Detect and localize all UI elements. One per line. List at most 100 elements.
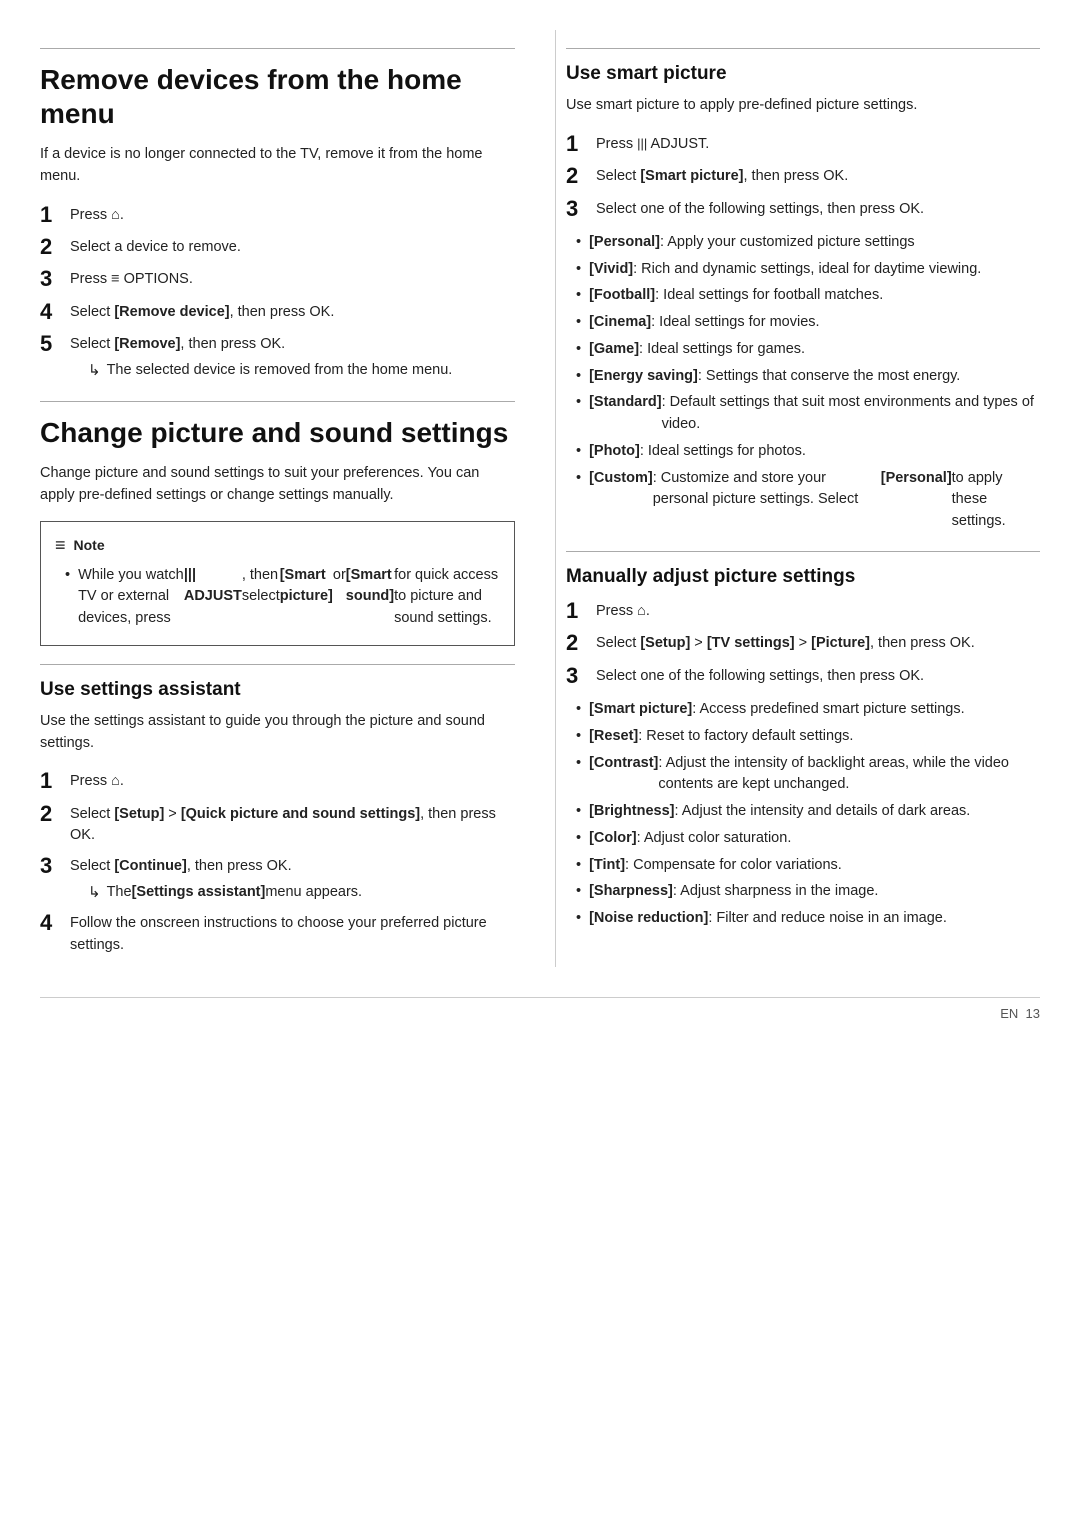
ma-bullet-5: [Color]: Adjust color saturation. bbox=[576, 828, 1040, 850]
sp-bullet-2: [Vivid]: Rich and dynamic settings, idea… bbox=[576, 259, 1040, 281]
sp-bullet-8: [Photo]: Ideal settings for photos. bbox=[576, 441, 1040, 463]
sa-step-2: 2 Select [Setup] > [Quick picture and so… bbox=[40, 801, 515, 848]
sp-step-1: 1 Press ADJUST. bbox=[566, 131, 1040, 157]
options-icon bbox=[111, 271, 119, 287]
step-5-result: The selected device is removed from the … bbox=[88, 360, 515, 383]
page-footer: EN 13 bbox=[40, 997, 1040, 1021]
step-num-3: 3 bbox=[40, 266, 70, 292]
note-item-1: While you watch TV or external devices, … bbox=[65, 565, 500, 630]
remove-devices-intro: If a device is no longer connected to th… bbox=[40, 144, 515, 188]
ma-step-1: 1 Press . bbox=[566, 598, 1040, 624]
settings-assistant-steps: 1 Press . 2 Select [Setup] > [Quick pict… bbox=[40, 768, 515, 957]
step-text-3: Press OPTIONS. bbox=[70, 266, 515, 291]
note-bullets: While you watch TV or external devices, … bbox=[65, 565, 500, 630]
step-5: 5 Select [Remove], then press OK. The se… bbox=[40, 331, 515, 382]
sp-step-text-2: Select [Smart picture], then press OK. bbox=[596, 163, 1040, 188]
home-icon-ma1 bbox=[637, 603, 646, 619]
ma-step-num-2: 2 bbox=[566, 630, 596, 656]
settings-assistant-intro: Use the settings assistant to guide you … bbox=[40, 711, 515, 755]
sp-bullet-4: [Cinema]: Ideal settings for movies. bbox=[576, 312, 1040, 334]
sp-step-num-1: 1 bbox=[566, 131, 596, 157]
sp-step-num-3: 3 bbox=[566, 196, 596, 222]
sp-step-text-1: Press ADJUST. bbox=[596, 131, 1040, 156]
step-1: 1 Press . bbox=[40, 202, 515, 228]
sa-step-num-3: 3 bbox=[40, 853, 70, 879]
footer-page: 13 bbox=[1026, 1006, 1040, 1021]
home-icon-sa1 bbox=[111, 773, 120, 789]
change-settings-title: Change picture and sound settings bbox=[40, 416, 515, 450]
manual-adjust-bullets: [Smart picture]: Access predefined smart… bbox=[576, 699, 1040, 930]
sa-step-num-4: 4 bbox=[40, 910, 70, 936]
settings-assistant-section: Use settings assistant Use the settings … bbox=[40, 679, 515, 957]
smart-picture-section: Use smart picture Use smart picture to a… bbox=[566, 63, 1040, 533]
sp-bullet-7: [Standard]: Default settings that suit m… bbox=[576, 392, 1040, 436]
step-num-2: 2 bbox=[40, 234, 70, 260]
step-text-5: Select [Remove], then press OK. The sele… bbox=[70, 331, 515, 382]
ma-bullet-4: [Brightness]: Adjust the intensity and d… bbox=[576, 801, 1040, 823]
sp-bullet-9: [Custom]: Customize and store your perso… bbox=[576, 468, 1040, 533]
left-column: Remove devices from the home menu If a d… bbox=[40, 30, 525, 967]
divider-top-left bbox=[40, 48, 515, 49]
ma-step-2: 2 Select [Setup] > [TV settings] > [Pict… bbox=[566, 630, 1040, 656]
step-num-4: 4 bbox=[40, 299, 70, 325]
note-icon: ≡ bbox=[55, 532, 66, 559]
ma-bullet-1: [Smart picture]: Access predefined smart… bbox=[576, 699, 1040, 721]
step-3: 3 Press OPTIONS. bbox=[40, 266, 515, 292]
remove-devices-section: Remove devices from the home menu If a d… bbox=[40, 63, 515, 383]
remove-devices-steps: 1 Press . 2 Select a device to remove. 3… bbox=[40, 202, 515, 383]
footer-lang: EN bbox=[1000, 1006, 1018, 1021]
step-2: 2 Select a device to remove. bbox=[40, 234, 515, 260]
sp-step-text-3: Select one of the following settings, th… bbox=[596, 196, 1040, 221]
ma-bullet-8: [Noise reduction]: Filter and reduce noi… bbox=[576, 908, 1040, 930]
sa-step-num-1: 1 bbox=[40, 768, 70, 794]
ma-step-text-1: Press . bbox=[596, 598, 1040, 623]
adjust-icon-sp1 bbox=[637, 136, 647, 152]
step-num-1: 1 bbox=[40, 202, 70, 228]
step-4: 4 Select [Remove device], then press OK. bbox=[40, 299, 515, 325]
ma-step-text-2: Select [Setup] > [TV settings] > [Pictur… bbox=[596, 630, 1040, 655]
ma-bullet-3: [Contrast]: Adjust the intensity of back… bbox=[576, 753, 1040, 797]
ma-step-text-3: Select one of the following settings, th… bbox=[596, 663, 1040, 688]
ma-bullet-2: [Reset]: Reset to factory default settin… bbox=[576, 726, 1040, 748]
note-header: ≡ Note bbox=[55, 532, 500, 559]
smart-picture-intro: Use smart picture to apply pre-defined p… bbox=[566, 95, 1040, 117]
home-icon-1 bbox=[111, 207, 120, 223]
step-text-4: Select [Remove device], then press OK. bbox=[70, 299, 515, 324]
sa-step-4: 4 Follow the onscreen instructions to ch… bbox=[40, 910, 515, 957]
divider-section2-left bbox=[40, 401, 515, 402]
ma-step-num-1: 1 bbox=[566, 598, 596, 624]
sa-step-num-2: 2 bbox=[40, 801, 70, 827]
remove-devices-title: Remove devices from the home menu bbox=[40, 63, 515, 130]
ma-step-num-3: 3 bbox=[566, 663, 596, 689]
page-layout: Remove devices from the home menu If a d… bbox=[40, 30, 1040, 967]
ma-bullet-6: [Tint]: Compensate for color variations. bbox=[576, 855, 1040, 877]
step-text-2: Select a device to remove. bbox=[70, 234, 515, 259]
ma-step-3: 3 Select one of the following settings, … bbox=[566, 663, 1040, 689]
smart-picture-bullets: [Personal]: Apply your customized pictur… bbox=[576, 232, 1040, 533]
smart-picture-title: Use smart picture bbox=[566, 63, 1040, 85]
sa-step-3-result: The [Settings assistant] menu appears. bbox=[88, 882, 515, 905]
right-column: Use smart picture Use smart picture to a… bbox=[555, 30, 1040, 967]
sa-step-text-1: Press . bbox=[70, 768, 515, 793]
step-num-5: 5 bbox=[40, 331, 70, 357]
sa-step-text-2: Select [Setup] > [Quick picture and soun… bbox=[70, 801, 515, 848]
step-text-1: Press . bbox=[70, 202, 515, 227]
settings-assistant-title: Use settings assistant bbox=[40, 679, 515, 701]
manual-adjust-steps: 1 Press . 2 Select [Setup] > [TV setting… bbox=[566, 598, 1040, 689]
note-label: Note bbox=[74, 535, 105, 556]
sp-bullet-5: [Game]: Ideal settings for games. bbox=[576, 339, 1040, 361]
sp-bullet-6: [Energy saving]: Settings that conserve … bbox=[576, 366, 1040, 388]
sp-bullet-1: [Personal]: Apply your customized pictur… bbox=[576, 232, 1040, 254]
divider-section3-left bbox=[40, 664, 515, 665]
sp-step-2: 2 Select [Smart picture], then press OK. bbox=[566, 163, 1040, 189]
sp-step-num-2: 2 bbox=[566, 163, 596, 189]
sa-step-text-4: Follow the onscreen instructions to choo… bbox=[70, 910, 515, 957]
change-settings-section: Change picture and sound settings Change… bbox=[40, 416, 515, 646]
ma-bullet-7: [Sharpness]: Adjust sharpness in the ima… bbox=[576, 881, 1040, 903]
sa-step-text-3: Select [Continue], then press OK. The [S… bbox=[70, 853, 515, 904]
change-settings-intro: Change picture and sound settings to sui… bbox=[40, 463, 515, 507]
divider-top-right bbox=[566, 48, 1040, 49]
sa-step-1: 1 Press . bbox=[40, 768, 515, 794]
manual-adjust-section: Manually adjust picture settings 1 Press… bbox=[566, 566, 1040, 930]
divider-section2-right bbox=[566, 551, 1040, 552]
